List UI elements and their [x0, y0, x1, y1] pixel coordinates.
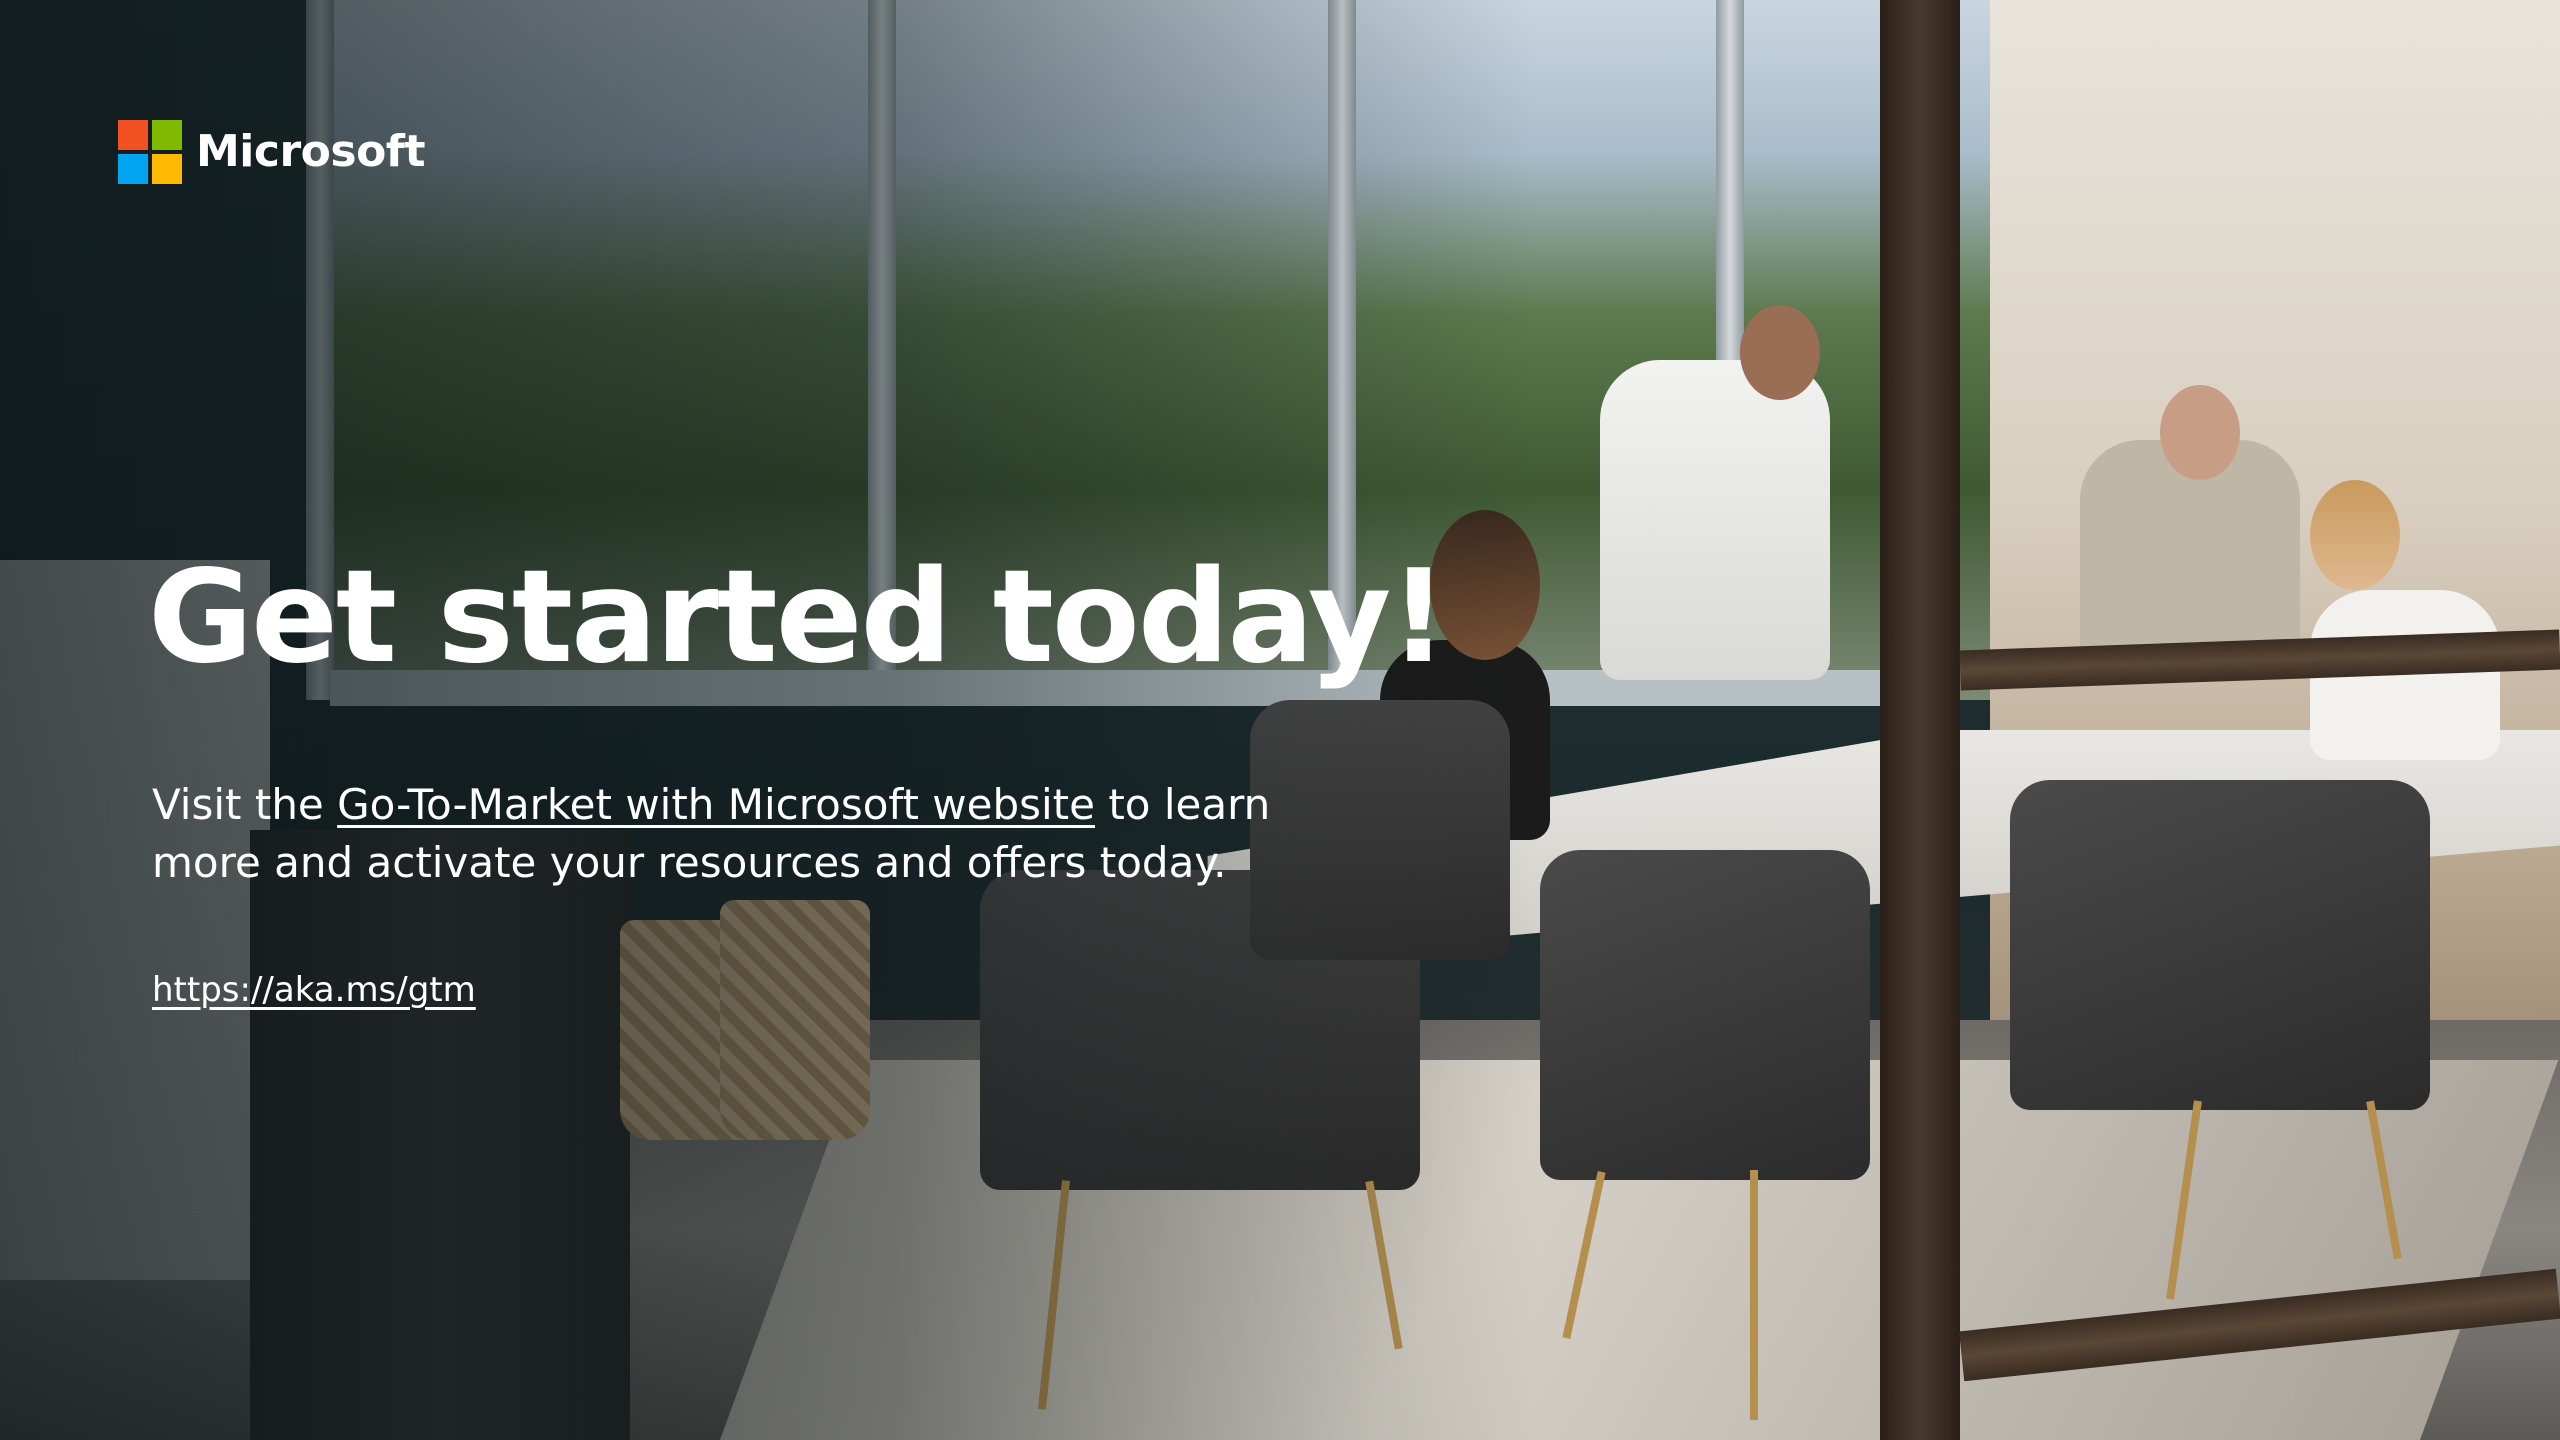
- body-text: Visit the Go-To-Market with Microsoft we…: [152, 776, 1372, 892]
- slide: Microsoft Get started today! Visit the G…: [0, 0, 2560, 1440]
- logo-square-yellow: [152, 154, 182, 184]
- headline: Get started today!: [148, 543, 1448, 692]
- background-photo: [0, 0, 2560, 1440]
- logo-square-red: [118, 120, 148, 150]
- microsoft-logo: Microsoft: [118, 120, 425, 184]
- gtm-website-link[interactable]: Go-To-Market with Microsoft website: [337, 780, 1095, 829]
- gtm-url-link[interactable]: https://aka.ms/gtm: [152, 970, 476, 1011]
- text-readability-overlay: [0, 0, 2560, 1440]
- microsoft-logo-icon: [118, 120, 182, 184]
- microsoft-wordmark: Microsoft: [196, 126, 425, 177]
- logo-square-green: [152, 120, 182, 150]
- logo-square-blue: [118, 154, 148, 184]
- body-text-prefix: Visit the: [152, 780, 338, 829]
